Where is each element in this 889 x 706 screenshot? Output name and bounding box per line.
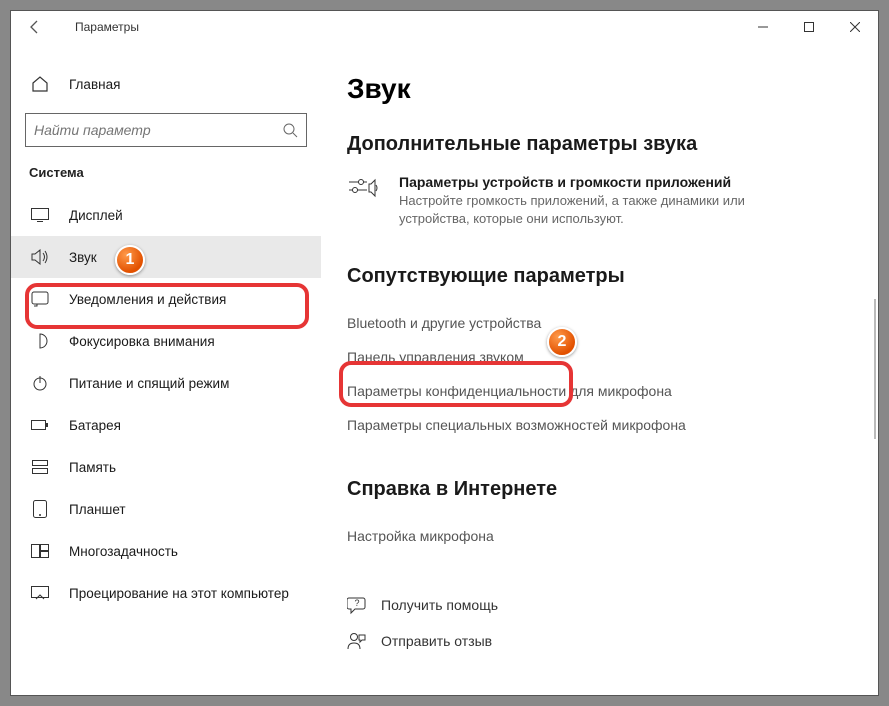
get-help-link[interactable]: ? Получить помощь — [347, 587, 852, 623]
window-controls — [740, 11, 878, 43]
sidebar-item-notifications[interactable]: Уведомления и действия — [11, 278, 321, 320]
search-input-wrapper[interactable] — [25, 113, 307, 147]
projecting-icon — [29, 586, 51, 600]
sidebar-item-label: Звук — [69, 250, 97, 265]
sidebar-item-sound[interactable]: Звук — [11, 236, 321, 278]
sidebar-item-label: Дисплей — [69, 208, 123, 223]
sidebar-item-power[interactable]: Питание и спящий режим — [11, 362, 321, 404]
advanced-item-title: Параметры устройств и громкости приложен… — [399, 174, 779, 190]
sidebar-item-label: Планшет — [69, 502, 126, 517]
sidebar-home[interactable]: Главная — [11, 63, 321, 105]
main-panel: Звук Дополнительные параметры звука Пара… — [321, 43, 878, 695]
help-chat-icon: ? — [347, 595, 367, 615]
link-bluetooth[interactable]: Bluetooth и другие устройства — [347, 306, 852, 340]
battery-icon — [29, 419, 51, 431]
sidebar-item-label: Проецирование на этот компьютер — [69, 586, 289, 601]
feedback-icon — [347, 631, 367, 651]
close-button[interactable] — [832, 11, 878, 43]
link-mic-setup[interactable]: Настройка микрофона — [347, 519, 852, 553]
sidebar-item-label: Питание и спящий режим — [69, 376, 229, 391]
notifications-icon — [29, 291, 51, 307]
sidebar-item-multitask[interactable]: Многозадачность — [11, 530, 321, 572]
sliders-icon — [347, 174, 383, 204]
maximize-icon — [804, 22, 814, 32]
arrow-left-icon — [27, 19, 43, 35]
sidebar-item-label: Уведомления и действия — [69, 292, 226, 307]
power-icon — [29, 375, 51, 391]
sidebar-item-projecting[interactable]: Проецирование на этот компьютер — [11, 572, 321, 614]
section-related-heading: Сопутствующие параметры — [347, 265, 852, 288]
sidebar-item-tablet[interactable]: Планшет — [11, 488, 321, 530]
svg-text:?: ? — [354, 598, 359, 608]
search-icon — [282, 122, 298, 138]
get-help-label: Получить помощь — [381, 597, 498, 613]
sidebar-item-label: Батарея — [69, 418, 121, 433]
advanced-sound-options[interactable]: Параметры устройств и громкости приложен… — [347, 174, 852, 227]
link-mic-privacy[interactable]: Параметры конфиденциальности для микрофо… — [347, 374, 852, 408]
sidebar-home-label: Главная — [69, 77, 120, 92]
sidebar-item-label: Память — [69, 460, 116, 475]
close-icon — [850, 22, 860, 32]
advanced-item-desc: Настройте громкость приложений, а также … — [399, 192, 779, 227]
settings-window: Параметры Главная Система Дисплей — [10, 10, 879, 696]
link-sound-control-panel[interactable]: Панель управления звуком — [347, 340, 852, 374]
home-icon — [29, 75, 51, 93]
tablet-icon — [29, 500, 51, 518]
display-icon — [29, 208, 51, 222]
sidebar-item-battery[interactable]: Батарея — [11, 404, 321, 446]
back-button[interactable] — [15, 11, 55, 43]
sidebar-item-label: Многозадачность — [69, 544, 178, 559]
page-title: Звук — [347, 73, 852, 105]
sidebar-item-label: Фокусировка внимания — [69, 334, 215, 349]
sidebar-item-display[interactable]: Дисплей — [11, 194, 321, 236]
section-help-heading: Справка в Интернете — [347, 478, 852, 501]
multitask-icon — [29, 544, 51, 558]
minimize-button[interactable] — [740, 11, 786, 43]
scrollbar[interactable] — [874, 299, 876, 439]
sidebar-section-label: Система — [11, 165, 321, 180]
feedback-label: Отправить отзыв — [381, 633, 492, 649]
focus-icon — [29, 333, 51, 349]
search-input[interactable] — [34, 122, 282, 138]
content-area: Главная Система Дисплей Звук Уведомления… — [11, 43, 878, 695]
feedback-link[interactable]: Отправить отзыв — [347, 623, 852, 659]
window-title: Параметры — [75, 20, 139, 34]
maximize-button[interactable] — [786, 11, 832, 43]
title-bar: Параметры — [11, 11, 878, 43]
sidebar: Главная Система Дисплей Звук Уведомления… — [11, 43, 321, 695]
minimize-icon — [758, 22, 768, 32]
storage-icon — [29, 460, 51, 474]
sidebar-item-focus[interactable]: Фокусировка внимания — [11, 320, 321, 362]
section-advanced-heading: Дополнительные параметры звука — [347, 133, 852, 156]
sidebar-item-storage[interactable]: Память — [11, 446, 321, 488]
sound-icon — [29, 249, 51, 265]
link-mic-ease[interactable]: Параметры специальных возможностей микро… — [347, 408, 852, 442]
